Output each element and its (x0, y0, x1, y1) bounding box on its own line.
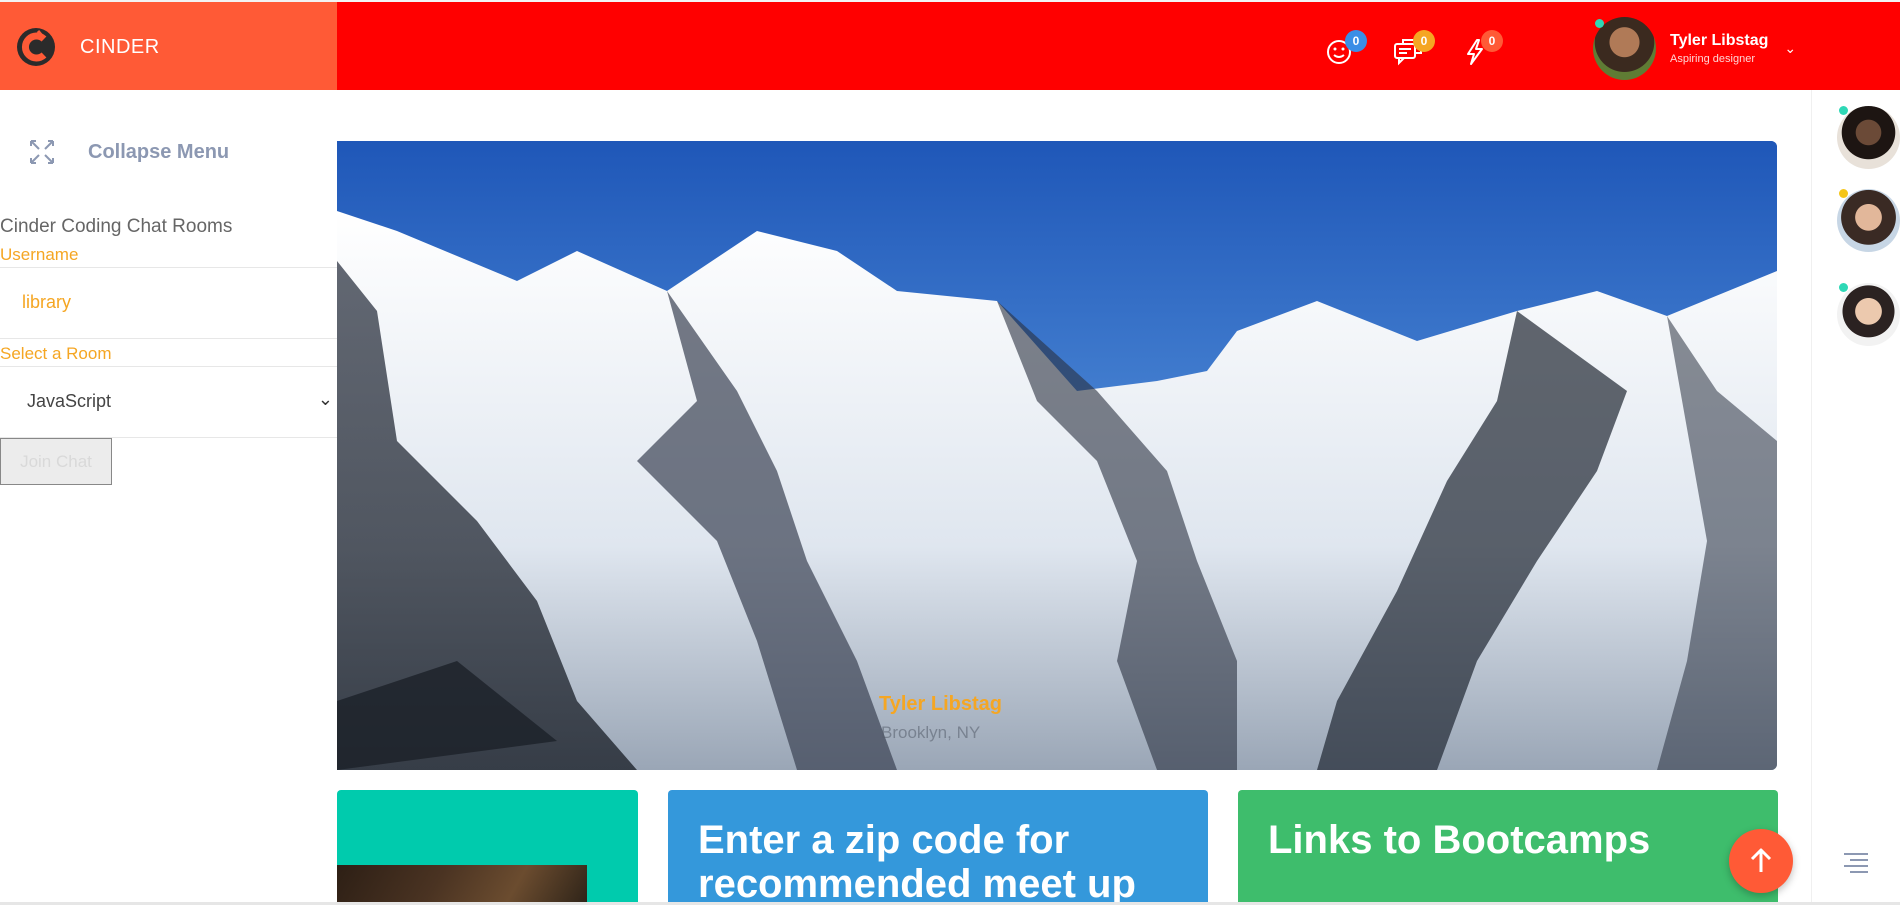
profile-cover-image: Tyler Libstag Brooklyn, NY (337, 141, 1777, 770)
top-bar: CINDER 0 0 0 Tyler Libstag Aspiring desi… (0, 0, 1900, 92)
room-label: Select a Room (0, 344, 112, 363)
card-zip-code: Enter a zip code for recommended meet up (668, 790, 1208, 905)
friend-avatar[interactable] (1837, 106, 1900, 169)
card-title: Links to Bootcamps (1268, 818, 1651, 862)
collapse-menu-button[interactable]: Collapse Menu (28, 138, 229, 166)
list-menu-icon[interactable] (1842, 850, 1870, 879)
sidebar: Collapse Menu Cinder Coding Chat Rooms U… (0, 90, 337, 905)
scroll-to-top-button[interactable] (1729, 829, 1793, 893)
room-select[interactable]: JavaScript ⌄ (0, 366, 337, 438)
collapse-menu-label: Collapse Menu (88, 140, 230, 163)
profile-name: Tyler Libstag (879, 693, 1002, 715)
notification-smile[interactable]: 0 (1325, 30, 1369, 70)
card-title: Enter a zip code for recommended meet up (698, 818, 1136, 905)
notification-badge: 0 (1413, 30, 1435, 52)
user-name: Tyler Libstag (1670, 31, 1769, 49)
chat-rooms-title: Cinder Coding Chat Rooms (0, 216, 233, 237)
brand[interactable]: CINDER (0, 2, 337, 92)
online-status-dot (1839, 283, 1848, 292)
username-label: Username (0, 245, 79, 264)
online-status-dot (1839, 106, 1848, 115)
collapse-icon (30, 140, 54, 164)
notification-flash[interactable]: 0 (1461, 30, 1505, 70)
profile-location: Brooklyn, NY (881, 723, 981, 742)
card-bootcamp-links: Links to Bootcamps (1238, 790, 1778, 905)
card-image (337, 865, 587, 905)
user-profile-menu[interactable]: Tyler Libstag Aspiring designer ⌄ (1593, 16, 1803, 80)
card-teal (337, 790, 638, 905)
username-field[interactable]: library (0, 267, 337, 339)
username-value: library (22, 292, 72, 312)
user-role: Aspiring designer (1670, 52, 1755, 65)
online-status-dot (1595, 18, 1604, 28)
friend-avatar[interactable] (1837, 283, 1900, 346)
room-select-value: JavaScript (27, 391, 112, 411)
away-status-dot (1839, 189, 1848, 198)
chevron-down-icon: ⌄ (317, 389, 333, 409)
mountain-illustration (337, 141, 1777, 770)
arrow-up-icon (1750, 848, 1772, 872)
friend-avatar[interactable] (1837, 189, 1900, 252)
cinder-logo-icon (16, 27, 56, 67)
chevron-down-icon: ⌄ (1784, 39, 1797, 56)
online-friends-rail (1811, 90, 1900, 905)
notification-badge: 0 (1345, 30, 1367, 52)
notification-badge: 0 (1481, 30, 1503, 52)
avatar (1593, 16, 1656, 80)
app-name: CINDER (80, 35, 160, 58)
join-chat-button[interactable]: Join Chat (0, 438, 112, 485)
notification-messages[interactable]: 0 (1393, 30, 1437, 70)
